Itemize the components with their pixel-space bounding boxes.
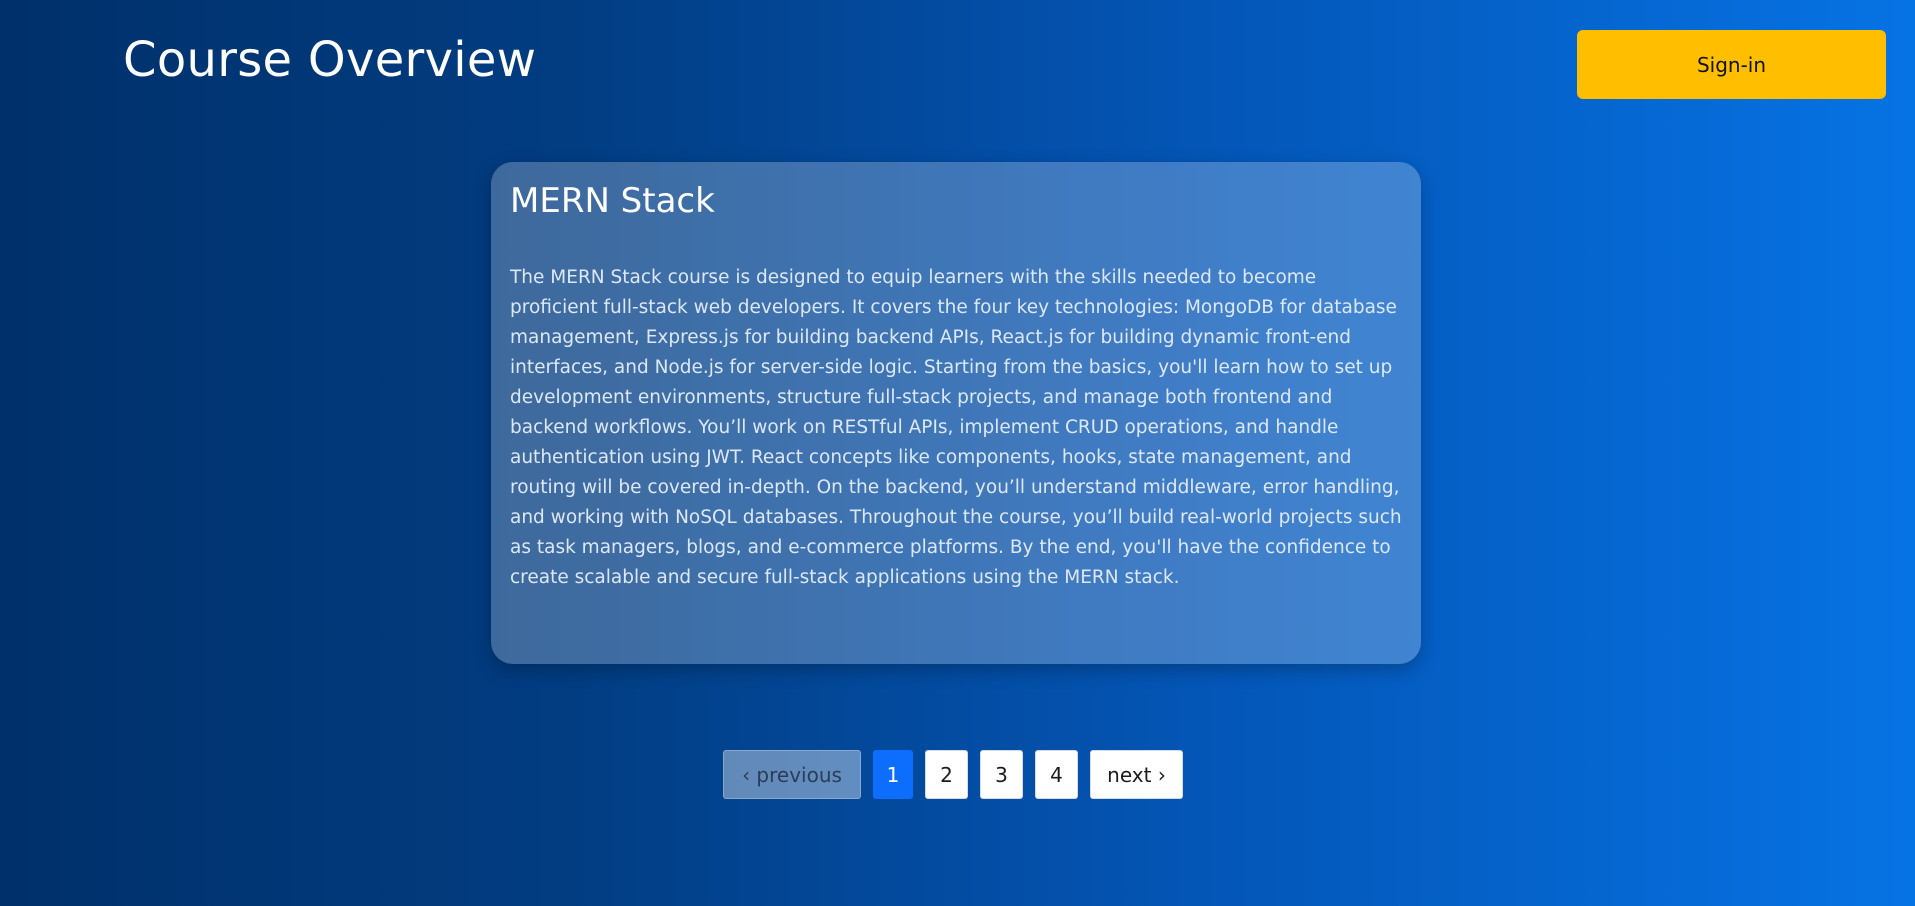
next-page-button[interactable]: next › xyxy=(1090,750,1183,799)
previous-page-button[interactable]: ‹ previous xyxy=(723,750,861,799)
sign-in-button[interactable]: Sign-in xyxy=(1577,30,1886,99)
page-2-button[interactable]: 2 xyxy=(925,750,968,799)
page-4-button[interactable]: 4 xyxy=(1035,750,1078,799)
course-title: MERN Stack xyxy=(510,181,715,221)
course-card: MERN Stack The MERN Stack course is desi… xyxy=(491,162,1421,664)
course-description: The MERN Stack course is designed to equ… xyxy=(510,267,1402,588)
page-title: Course Overview xyxy=(123,32,537,88)
page-3-button[interactable]: 3 xyxy=(980,750,1023,799)
pagination: ‹ previous 1 2 3 4 next › xyxy=(723,750,1183,800)
page-1-button[interactable]: 1 xyxy=(873,750,913,799)
